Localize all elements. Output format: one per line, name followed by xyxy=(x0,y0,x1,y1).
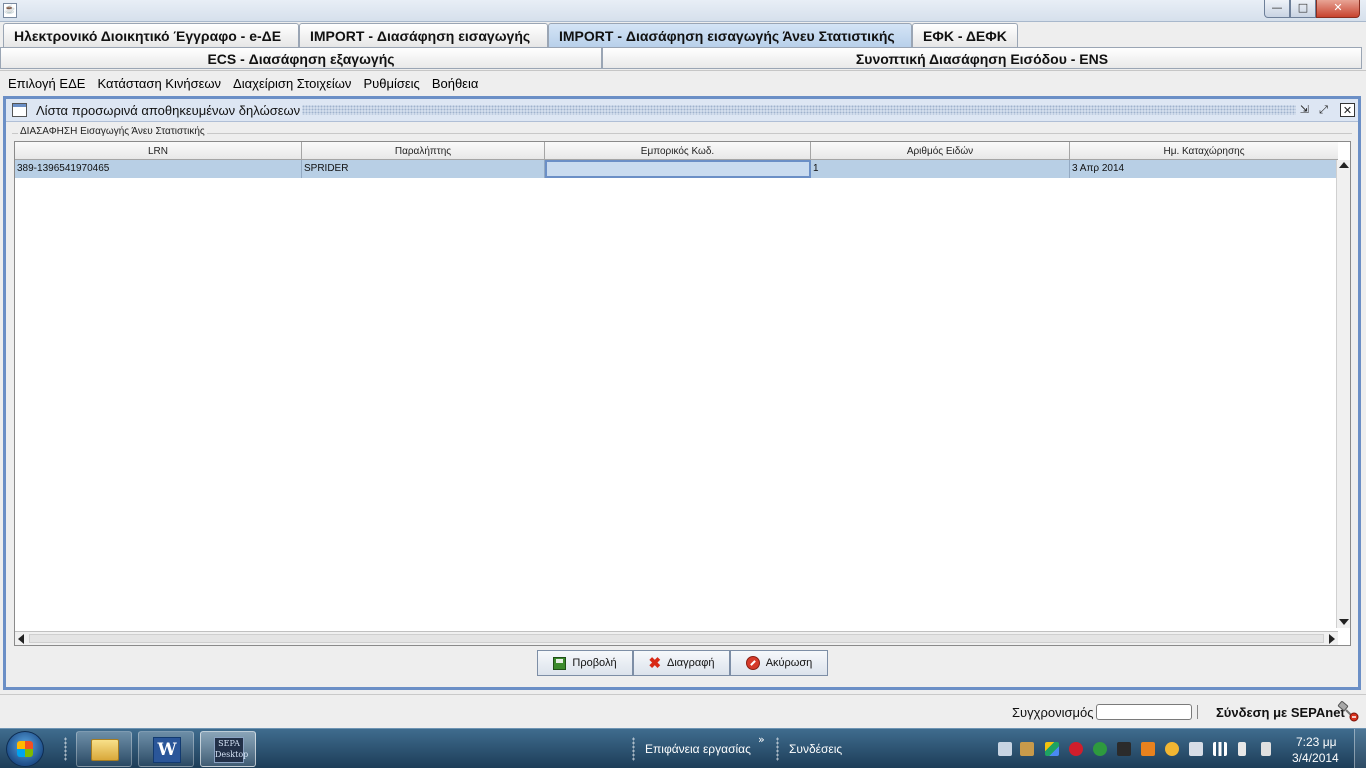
column-header-date[interactable]: Ημ. Καταχώρησης xyxy=(1070,142,1338,160)
volume-icon[interactable] xyxy=(1238,742,1246,756)
wireless-icon[interactable] xyxy=(1093,742,1107,756)
column-header-lrn[interactable]: LRN xyxy=(15,142,302,160)
table-header: LRN Παραλήπτης Εμπορικός Κωδ. Αριθμός Ει… xyxy=(15,142,1338,160)
divider xyxy=(1197,705,1198,719)
maximize-icon[interactable]: ⤢ xyxy=(1316,103,1331,117)
taskbar-word[interactable]: W xyxy=(138,731,194,767)
delete-icon: ✖ xyxy=(648,654,662,672)
word-icon: W xyxy=(153,737,181,763)
folder-icon xyxy=(91,739,119,761)
cancel-button[interactable]: Ακύρωση xyxy=(730,650,828,676)
minimize-button[interactable]: — xyxy=(1264,0,1290,18)
scroll-left-icon[interactable] xyxy=(18,634,24,644)
vertical-scrollbar[interactable] xyxy=(1336,160,1350,628)
cancel-icon xyxy=(745,656,760,670)
saved-declarations-window: Λίστα προσωρινά αποθηκευμένων δηλώσεων ⇲… xyxy=(3,96,1361,690)
desktop-toolbar[interactable]: Επιφάνεια εργασίας xyxy=(645,742,751,756)
cell-recipient[interactable]: SPRIDER xyxy=(302,160,545,178)
scroll-up-icon[interactable] xyxy=(1339,162,1349,168)
window-titlebar: ☕ — □ ✕ xyxy=(0,0,1366,22)
tab-efk-defk[interactable]: ΕΦΚ - ΔΕΦΚ xyxy=(912,23,1018,47)
cell-trade-code[interactable] xyxy=(545,160,811,178)
sync-progress-bar xyxy=(1096,704,1192,720)
menu-settings[interactable]: Ρυθμίσεις xyxy=(357,71,425,94)
tab-ens[interactable]: Συνοπτική Διασάφηση Εισόδου - ENS xyxy=(602,47,1362,69)
sync-label: Συγχρονισμός xyxy=(1012,705,1094,720)
action-buttons: Προβολή ✖ Διαγραφή Ακύρωση xyxy=(537,650,828,676)
window-icon xyxy=(12,103,27,117)
sepanet-connection-label: Σύνδεση με SEPAnet xyxy=(1216,705,1345,720)
menu-select-ede[interactable]: Επιλογή ΕΔΕ xyxy=(2,71,91,94)
cancel-button-label: Ακύρωση xyxy=(765,657,813,669)
computer-icon[interactable] xyxy=(998,742,1012,756)
battery-icon[interactable] xyxy=(1261,742,1271,756)
signal-icon[interactable] xyxy=(1213,742,1227,756)
taskbar-explorer[interactable] xyxy=(76,731,132,767)
tab-e-de[interactable]: Ηλεκτρονικό Διοικητικό Έγγραφο - e-ΔΕ xyxy=(3,23,299,47)
clock-time[interactable]: 7:23 μμ xyxy=(1296,735,1337,749)
table-row[interactable]: 389-1396541970465 SPRIDER 1 3 Απρ 2014 xyxy=(15,160,1338,178)
titlebar-grip xyxy=(302,105,1296,115)
internal-frame-title: Λίστα προσωρινά αποθηκευμένων δηλώσεων xyxy=(36,103,301,118)
toolbar-chevron[interactable]: » xyxy=(758,733,765,746)
connections-toolbar[interactable]: Συνδέσεις xyxy=(789,742,842,756)
taskbar-grip xyxy=(64,737,67,761)
window-controls: — □ ✕ xyxy=(1264,0,1360,18)
cell-date[interactable]: 3 Απρ 2014 xyxy=(1070,160,1338,178)
tab-ecs-export[interactable]: ECS - Διασάφηση εξαγωγής xyxy=(0,47,602,69)
package-icon[interactable] xyxy=(1020,742,1034,756)
scroll-right-icon[interactable] xyxy=(1329,634,1335,644)
iconify-icon[interactable]: ⇲ xyxy=(1297,103,1312,117)
tab-import-no-statistics[interactable]: IMPORT - Διασάφηση εισαγωγής Άνευ Στατισ… xyxy=(548,23,912,47)
plug-disconnected-icon[interactable] xyxy=(1336,700,1360,722)
tab-strip-top: Ηλεκτρονικό Διοικητικό Έγγραφο - e-ΔΕ IM… xyxy=(0,23,1366,47)
taskbar-sepa[interactable]: SEPA Desktop xyxy=(200,731,256,767)
delete-button-label: Διαγραφή xyxy=(667,657,715,669)
java-app-icon[interactable]: ☕ xyxy=(3,3,17,18)
tab-import[interactable]: IMPORT - Διασάφηση εισαγωγής xyxy=(299,23,548,47)
group-label: ΔΙΑΣΑΦΗΣΗ Εισαγωγής Άνευ Στατιστικής xyxy=(18,126,207,137)
view-button[interactable]: Προβολή xyxy=(537,650,633,676)
tab-strip-bottom: ECS - Διασάφηση εξαγωγής Συνοπτική Διασά… xyxy=(0,47,1366,69)
toolbar-grip xyxy=(632,737,635,761)
clock-date[interactable]: 3/4/2014 xyxy=(1292,751,1339,765)
start-button[interactable] xyxy=(6,731,44,767)
google-drive-icon[interactable] xyxy=(1045,742,1059,756)
scroll-thumb[interactable] xyxy=(29,634,1324,643)
antivirus-icon[interactable] xyxy=(1069,742,1083,756)
cell-item-count[interactable]: 1 xyxy=(811,160,1070,178)
column-header-item-count[interactable]: Αριθμός Ειδών xyxy=(811,142,1070,160)
menu-help[interactable]: Βοήθεια xyxy=(426,71,485,94)
cell-lrn[interactable]: 389-1396541970465 xyxy=(15,160,302,178)
chrome-icon[interactable] xyxy=(1165,742,1179,756)
internal-frame-titlebar[interactable]: Λίστα προσωρινά αποθηκευμένων δηλώσεων ⇲… xyxy=(6,99,1358,122)
sepa-app-icon: SEPA Desktop xyxy=(214,737,248,763)
close-icon[interactable]: ✕ xyxy=(1340,103,1355,117)
update-icon[interactable] xyxy=(1141,742,1155,756)
scroll-down-icon[interactable] xyxy=(1339,619,1349,625)
show-desktop-button[interactable] xyxy=(1354,729,1366,768)
delete-button[interactable]: ✖ Διαγραφή xyxy=(633,650,730,676)
close-button[interactable]: ✕ xyxy=(1316,0,1360,18)
tool-icon[interactable] xyxy=(1117,742,1131,756)
toolbar-grip-2 xyxy=(776,737,779,761)
column-header-recipient[interactable]: Παραλήπτης xyxy=(302,142,545,160)
column-header-trade-code[interactable]: Εμπορικός Κωδ. xyxy=(545,142,811,160)
view-button-label: Προβολή xyxy=(572,657,617,669)
declarations-table: LRN Παραλήπτης Εμπορικός Κωδ. Αριθμός Ει… xyxy=(14,141,1351,646)
menu-movement-status[interactable]: Κατάσταση Κινήσεων xyxy=(91,71,227,94)
windows-taskbar: W SEPA Desktop Επιφάνεια εργασίας » Συνδ… xyxy=(0,728,1366,768)
maximize-button[interactable]: □ xyxy=(1290,0,1316,18)
menu-bar: Επιλογή ΕΔΕ Κατάσταση Κινήσεων Διαχείρισ… xyxy=(0,70,1366,94)
group-border xyxy=(12,133,1352,134)
horizontal-scrollbar[interactable] xyxy=(15,631,1338,645)
menu-data-management[interactable]: Διαχείριση Στοιχείων xyxy=(227,71,357,94)
save-icon xyxy=(553,656,567,670)
network-error-icon[interactable] xyxy=(1189,742,1203,756)
status-bar: Συγχρονισμός Σύνδεση με SEPAnet xyxy=(0,694,1366,728)
